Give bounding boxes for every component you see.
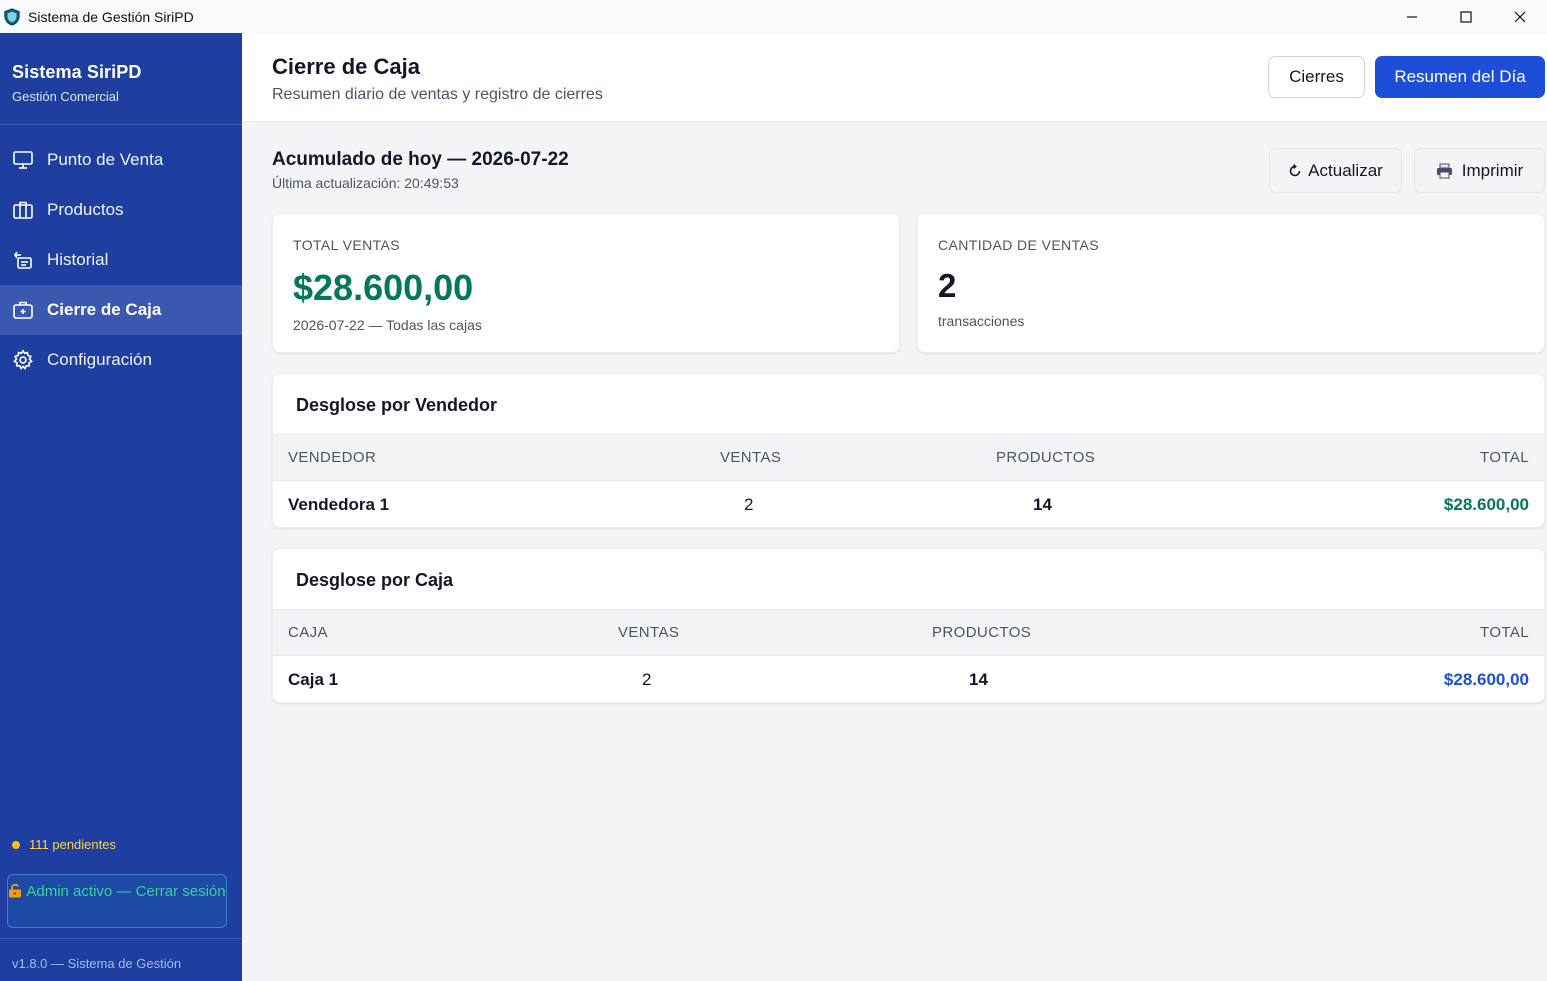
maximize-button[interactable]: [1439, 0, 1493, 33]
register-breakdown-card: Desglose por Caja CAJA VENTAS PRODUCTOS …: [272, 548, 1545, 703]
print-label: Imprimir: [1461, 160, 1524, 180]
refresh-button[interactable]: Actualizar: [1269, 148, 1402, 193]
sales-count-value: 2: [938, 267, 957, 304]
sidebar-nav: Punto de Venta Productos Historial Cierr…: [0, 135, 242, 385]
sidebar-item-label: Punto de Venta: [47, 150, 164, 169]
seller-name: Vendedora 1: [288, 495, 390, 514]
day-summary-button[interactable]: Resumen del Día: [1375, 56, 1545, 98]
last-updated: Última actualización: 20:49:53: [272, 175, 459, 191]
app-version: v1.8.0 — Sistema de Gestión: [0, 938, 242, 971]
register-total: $28.600,00: [1443, 670, 1529, 689]
column-header: PRODUCTOS: [996, 449, 1096, 466]
column-header: CAJA: [288, 624, 328, 641]
shield-icon: [4, 7, 20, 26]
gear-icon: [12, 349, 34, 371]
monitor-icon: [12, 149, 34, 171]
register-breakdown-title: Desglose por Caja: [296, 570, 454, 590]
sales-count-note: transacciones: [938, 313, 1025, 329]
minimize-button[interactable]: [1385, 0, 1439, 33]
column-header: VENDEDOR: [288, 449, 377, 466]
seller-total: $28.600,00: [1443, 495, 1529, 514]
unlock-icon: [8, 883, 22, 903]
brand-subtitle: Gestión Comercial: [12, 89, 119, 104]
summary-title: Acumulado de hoy — 2026-07-22: [272, 149, 569, 170]
admin-logout-label: Admin activo — Cerrar sesión: [26, 883, 226, 900]
refresh-icon: [1288, 163, 1302, 178]
cash-register-icon: [12, 299, 34, 321]
pending-indicator: 111 pendientes: [12, 837, 116, 852]
table-header: CAJA VENTAS PRODUCTOS TOTAL: [273, 609, 1544, 656]
seller-sales: 2: [744, 495, 754, 514]
page-title: Cierre de Caja: [272, 54, 420, 79]
close-icon: [1514, 11, 1526, 22]
total-sales-value: $28.600,00: [293, 267, 474, 308]
sidebar-item-punto-de-venta[interactable]: Punto de Venta: [0, 135, 242, 185]
register-sales: 2: [642, 670, 652, 689]
history-icon: [12, 249, 34, 271]
register-name: Caja 1: [288, 670, 339, 689]
sales-count-card: CANTIDAD DE VENTAS 2 transacciones: [917, 213, 1545, 353]
table-row: Vendedora 1 2 14 $28.600,00: [273, 481, 1544, 527]
sidebar: Sistema SiriPD Gestión Comercial Punto d…: [0, 33, 242, 981]
sidebar-item-label: Historial: [47, 250, 109, 269]
brand: Sistema SiriPD Gestión Comercial: [0, 33, 242, 125]
column-header: TOTAL: [1480, 449, 1529, 466]
window-title: Sistema de Gestión SiriPD: [28, 8, 194, 25]
minimize-icon: [1407, 15, 1417, 18]
column-header: VENTAS: [720, 449, 782, 466]
main-header: Cierre de Caja Resumen diario de ventas …: [242, 33, 1547, 122]
printer-icon: [1436, 163, 1453, 179]
close-button[interactable]: [1493, 0, 1547, 33]
total-sales-card: TOTAL VENTAS $28.600,00 2026-07-22 — Tod…: [272, 213, 900, 353]
briefcase-icon: [12, 199, 34, 221]
page-subtitle: Resumen diario de ventas y registro de c…: [272, 86, 603, 103]
register-products: 14: [969, 670, 988, 689]
column-header: TOTAL: [1480, 624, 1529, 641]
sidebar-item-label: Productos: [47, 200, 124, 219]
pending-count: 111 pendientes: [29, 837, 116, 852]
print-button[interactable]: Imprimir: [1414, 148, 1545, 193]
total-sales-note: 2026-07-22 — Todas las cajas: [293, 317, 482, 333]
status-dot-icon: [12, 840, 20, 849]
table-row: Caja 1 2 14 $28.600,00: [273, 656, 1544, 702]
seller-breakdown-card: Desglose por Vendedor VENDEDOR VENTAS PR…: [272, 373, 1545, 528]
admin-logout-button[interactable]: Admin activo — Cerrar sesión: [7, 874, 227, 928]
sidebar-item-productos[interactable]: Productos: [0, 185, 242, 235]
sidebar-item-cierre-de-caja[interactable]: Cierre de Caja: [0, 285, 242, 335]
maximize-icon: [1460, 10, 1472, 23]
total-sales-label: TOTAL VENTAS: [293, 237, 400, 253]
refresh-label: Actualizar: [1308, 160, 1383, 180]
sidebar-item-historial[interactable]: Historial: [0, 235, 242, 285]
sidebar-item-label: Cierre de Caja: [47, 300, 162, 319]
window-titlebar: Sistema de Gestión SiriPD: [0, 0, 1547, 33]
column-header: PRODUCTOS: [932, 624, 1032, 641]
sidebar-item-configuracion[interactable]: Configuración: [0, 335, 242, 385]
sidebar-item-label: Configuración: [47, 350, 152, 369]
seller-breakdown-title: Desglose por Vendedor: [296, 395, 498, 415]
table-header: VENDEDOR VENTAS PRODUCTOS TOTAL: [273, 434, 1544, 481]
closures-button[interactable]: Cierres: [1268, 56, 1365, 98]
column-header: VENTAS: [618, 624, 680, 641]
sales-count-label: CANTIDAD DE VENTAS: [938, 237, 1099, 253]
brand-title: Sistema SiriPD: [12, 62, 142, 82]
seller-products: 14: [1033, 495, 1052, 514]
